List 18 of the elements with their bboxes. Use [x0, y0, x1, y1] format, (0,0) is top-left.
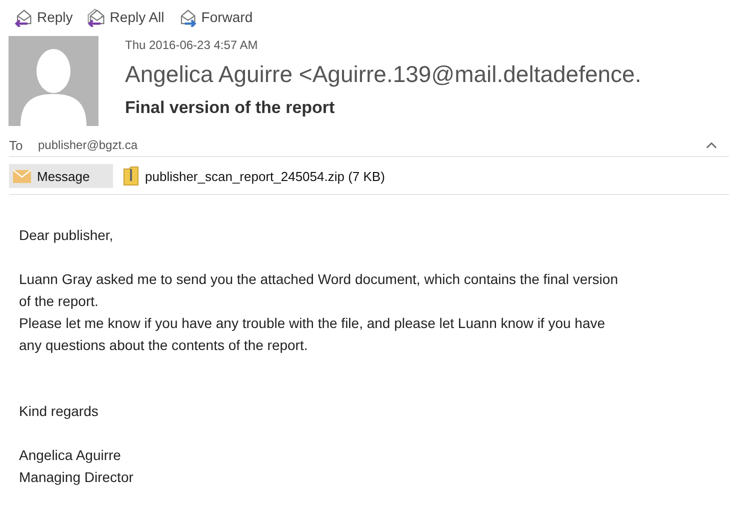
recipient-address: publisher@bgzt.ca [38, 138, 139, 152]
body-text: Luann Gray asked me to send you the attached Word document, which contains the final version of the report. Please let me know if you have any trouble with the file, and please let Luann know if you have any questions about the contents of the report. [19, 270, 619, 355]
signature-text: Angelica Aguirre Managing Director [19, 446, 134, 487]
chevron-up-icon[interactable] [706, 141, 717, 149]
body-text: Kind regards [19, 402, 100, 421]
attachment-tab[interactable]: publisher_scan_report_245054.zip (7 KB) [119, 164, 391, 188]
envelope-icon [13, 170, 31, 182]
to-label: To [9, 138, 24, 152]
reply-all-button[interactable]: Reply All [82, 4, 166, 30]
forward-button[interactable]: Forward [174, 4, 255, 30]
zip-folder-icon [123, 166, 139, 186]
message-tab[interactable]: Message [9, 164, 113, 188]
envelope-arrow-icon [12, 7, 34, 27]
body-text: Dear publisher, [19, 226, 114, 245]
sender-name: Angelica Aguirre <Aguirre.139@mail.deltadefence. [125, 61, 642, 88]
reply-button[interactable]: Reply [10, 4, 75, 30]
sent-date: Thu 2016-06-23 4:57 AM [125, 38, 259, 52]
email-subject: Final version of the report [125, 98, 336, 118]
